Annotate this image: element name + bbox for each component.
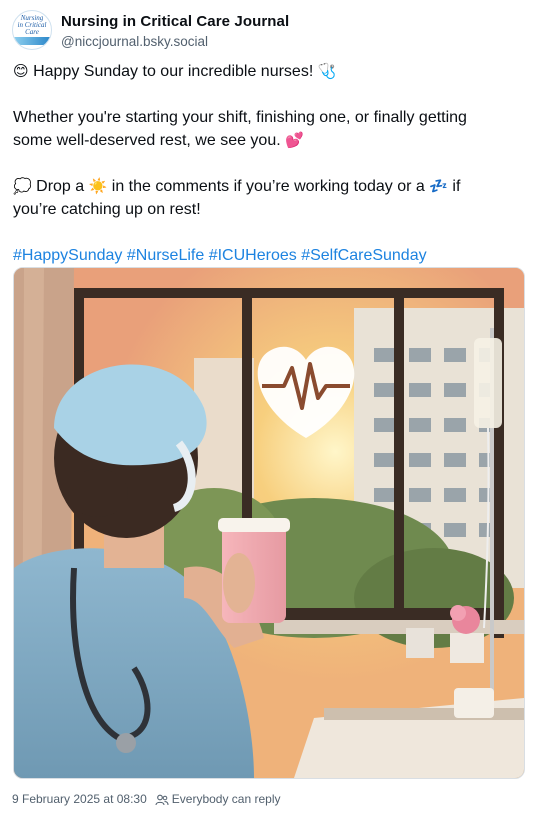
post-line-1-text: Happy Sunday to our incredible nurses! <box>33 63 314 80</box>
post-image[interactable] <box>13 267 525 779</box>
hashtag-link[interactable]: #NurseLife <box>127 247 204 264</box>
speech-bubble-emoji-icon: 💭 <box>13 178 32 195</box>
post-timestamp[interactable]: 9 February 2025 at 08:30 <box>12 792 147 806</box>
post-line-5: you’re catching up on rest! <box>13 201 201 218</box>
nurse-at-window-illustration <box>14 268 524 778</box>
smile-emoji-icon: 😊 <box>13 63 29 80</box>
post-line-1: 😊 Happy Sunday to our incredible nurses!… <box>13 60 525 83</box>
post-line-2: Whether you're starting your shift, fini… <box>13 109 467 126</box>
people-icon <box>155 794 169 806</box>
author-avatar[interactable]: Nursing in Critical Care <box>12 10 52 50</box>
reply-setting-label[interactable]: Everybody can reply <box>172 792 281 806</box>
post-line-3-text: some well-deserved rest, we see you. <box>13 132 281 149</box>
stethoscope-emoji-icon: 🩺 <box>317 63 337 80</box>
post-footer: 9 February 2025 at 08:30 Everybody can r… <box>12 792 281 806</box>
post-line-4-part-3: if <box>452 178 461 195</box>
post-line-3: some well-deserved rest, we see you. 💕 <box>13 129 525 152</box>
post-line-4-part-2: in the comments if you’re working today … <box>111 178 425 195</box>
avatar-text-line-3: Care <box>25 28 39 36</box>
post-body: 😊 Happy Sunday to our incredible nurses!… <box>13 60 525 267</box>
hashtag-link[interactable]: #SelfCareSunday <box>301 247 426 264</box>
hashtag-row: #HappySunday #NurseLife #ICUHeroes #Self… <box>13 244 525 267</box>
hashtag-link[interactable]: #ICUHeroes <box>209 247 297 264</box>
author-display-name[interactable]: Nursing in Critical Care Journal <box>61 13 289 30</box>
sun-emoji-icon: ☀️ <box>88 178 108 195</box>
sleep-emoji-icon: 💤 <box>429 178 448 195</box>
post-line-4: 💭 Drop a ☀️ in the comments if you’re wo… <box>13 175 525 198</box>
post-header: Nursing in Critical Care Nursing in Crit… <box>12 10 522 56</box>
author-handle[interactable]: @niccjournal.bsky.social <box>61 34 208 49</box>
post-line-4-part-1: Drop a <box>36 178 85 195</box>
hashtag-link[interactable]: #HappySunday <box>13 247 122 264</box>
avatar-wave-graphic <box>13 37 51 45</box>
hearts-emoji-icon: 💕 <box>285 132 304 149</box>
